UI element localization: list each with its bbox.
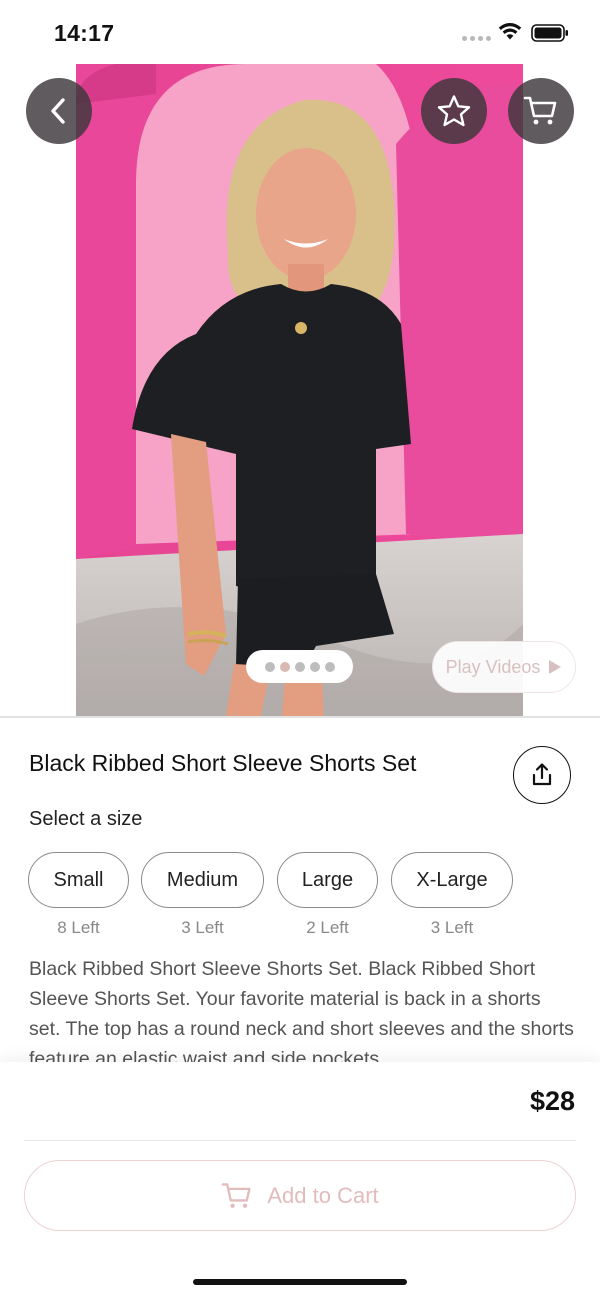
size-stock-small: 8 Left xyxy=(57,918,100,937)
size-stock-x-large: 3 Left xyxy=(430,918,474,937)
wifi-icon xyxy=(498,23,522,40)
page-dot[interactable] xyxy=(309,661,320,672)
status-time: 14:17 xyxy=(54,20,115,46)
product-title: Black Ribbed Short Sleeve Shorts Set xyxy=(29,750,417,776)
play-videos-label: Play Videos xyxy=(445,656,541,677)
cart-icon xyxy=(221,1182,251,1208)
size-selector-label: Select a size xyxy=(29,808,143,830)
purchase-bar-divider xyxy=(24,1140,576,1141)
share-icon xyxy=(532,763,552,786)
favorite-button[interactable] xyxy=(421,78,487,144)
product-description: Black Ribbed Short Sleeve Shorts Set. Bl… xyxy=(29,958,574,1062)
star-icon xyxy=(437,95,471,127)
home-indicator[interactable] xyxy=(193,1279,407,1285)
product-image-carousel[interactable]: Play Videos xyxy=(0,64,600,716)
play-videos-button[interactable]: Play Videos xyxy=(432,641,576,693)
cart-icon xyxy=(523,96,557,125)
size-stock-large: 2 Left xyxy=(306,918,349,937)
cellular-signal-icon xyxy=(462,36,491,41)
image-divider xyxy=(0,716,600,718)
page-dot[interactable] xyxy=(324,661,335,672)
page-dot[interactable] xyxy=(294,661,305,672)
status-bar: 14:17 xyxy=(0,0,600,64)
product-photo[interactable] xyxy=(76,64,523,716)
size-option-x-large[interactable]: X-Large xyxy=(391,852,513,908)
play-icon xyxy=(549,660,562,674)
back-button[interactable] xyxy=(26,78,92,144)
product-price: $28 xyxy=(529,1086,575,1116)
size-option-medium[interactable]: Medium xyxy=(141,852,264,908)
page-dot-active[interactable] xyxy=(279,661,290,672)
chevron-left-icon xyxy=(51,98,65,124)
size-stock-medium: 3 Left xyxy=(181,918,224,937)
size-option-small[interactable]: Small xyxy=(28,852,129,908)
add-to-cart-button[interactable]: Add to Cart xyxy=(24,1160,576,1231)
purchase-bar: $28 Add to Cart xyxy=(0,1062,600,1299)
size-option-large[interactable]: Large xyxy=(277,852,378,908)
carousel-page-indicator xyxy=(246,650,353,683)
battery-icon xyxy=(531,24,568,42)
add-to-cart-label: Add to Cart xyxy=(267,1182,379,1208)
cart-button[interactable] xyxy=(508,78,574,144)
share-button[interactable] xyxy=(513,746,571,804)
page-dot[interactable] xyxy=(264,661,275,672)
